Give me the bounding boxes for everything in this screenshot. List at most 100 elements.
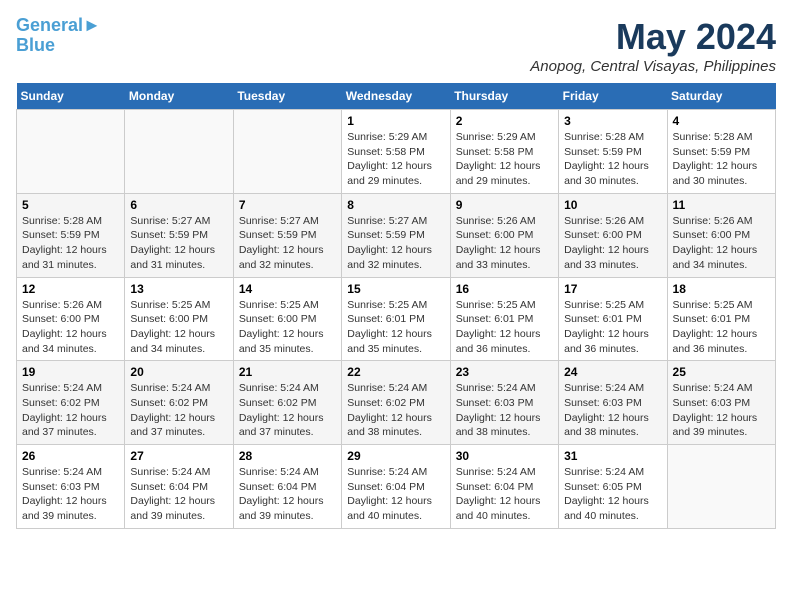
day-number: 2 xyxy=(456,114,553,128)
calendar-subtitle: Anopog, Central Visayas, Philippines xyxy=(530,58,776,75)
day-number: 30 xyxy=(456,449,553,463)
calendar-cell: 9 Sunrise: 5:26 AMSunset: 6:00 PMDaylight… xyxy=(450,193,558,277)
calendar-cell: 4 Sunrise: 5:28 AMSunset: 5:59 PMDaylight… xyxy=(667,110,775,194)
calendar-cell xyxy=(233,110,341,194)
day-number: 3 xyxy=(564,114,661,128)
day-info: Sunrise: 5:25 AMSunset: 6:00 PMDaylight:… xyxy=(239,298,336,357)
day-number: 14 xyxy=(239,282,336,296)
day-info: Sunrise: 5:24 AMSunset: 6:04 PMDaylight:… xyxy=(456,465,553,524)
calendar-cell: 5 Sunrise: 5:28 AMSunset: 5:59 PMDaylight… xyxy=(17,193,125,277)
day-number: 22 xyxy=(347,365,444,379)
title-section: May 2024 Anopog, Central Visayas, Philip… xyxy=(530,16,776,75)
calendar-cell: 17 Sunrise: 5:25 AMSunset: 6:01 PMDayligh… xyxy=(559,277,667,361)
day-info: Sunrise: 5:25 AMSunset: 6:01 PMDaylight:… xyxy=(564,298,661,357)
calendar-cell: 1Sunrise: 5:29 AMSunset: 5:58 PMDaylight… xyxy=(342,110,450,194)
calendar-cell xyxy=(125,110,233,194)
day-info: Sunrise: 5:24 AMSunset: 6:03 PMDaylight:… xyxy=(22,465,119,524)
day-number: 28 xyxy=(239,449,336,463)
calendar-cell: 3 Sunrise: 5:28 AMSunset: 5:59 PMDaylight… xyxy=(559,110,667,194)
day-number: 11 xyxy=(673,198,770,212)
calendar-cell: 7 Sunrise: 5:27 AMSunset: 5:59 PMDaylight… xyxy=(233,193,341,277)
day-info: Sunrise: 5:29 AMSunset: 5:58 PMDaylight:… xyxy=(456,130,553,189)
day-number: 25 xyxy=(673,365,770,379)
day-info: Sunrise: 5:27 AMSunset: 5:59 PMDaylight:… xyxy=(239,214,336,273)
calendar-week-2: 5 Sunrise: 5:28 AMSunset: 5:59 PMDaylight… xyxy=(17,193,776,277)
calendar-cell: 25Sunrise: 5:24 AMSunset: 6:03 PMDayligh… xyxy=(667,361,775,445)
calendar-week-1: 1Sunrise: 5:29 AMSunset: 5:58 PMDaylight… xyxy=(17,110,776,194)
day-number: 26 xyxy=(22,449,119,463)
day-info: Sunrise: 5:25 AMSunset: 6:01 PMDaylight:… xyxy=(347,298,444,357)
calendar-cell: 14 Sunrise: 5:25 AMSunset: 6:00 PMDayligh… xyxy=(233,277,341,361)
calendar-cell: 23 Sunrise: 5:24 AMSunset: 6:03 PMDayligh… xyxy=(450,361,558,445)
day-info: Sunrise: 5:27 AMSunset: 5:59 PMDaylight:… xyxy=(347,214,444,273)
logo: General► Blue xyxy=(16,16,101,56)
day-number: 12 xyxy=(22,282,119,296)
day-number: 23 xyxy=(456,365,553,379)
day-number: 4 xyxy=(673,114,770,128)
day-info: Sunrise: 5:25 AMSunset: 6:00 PMDaylight:… xyxy=(130,298,227,357)
calendar-cell xyxy=(17,110,125,194)
logo-name: General► Blue xyxy=(16,16,101,56)
day-info: Sunrise: 5:24 AMSunset: 6:04 PMDaylight:… xyxy=(130,465,227,524)
day-info: Sunrise: 5:24 AMSunset: 6:04 PMDaylight:… xyxy=(347,465,444,524)
day-number: 5 xyxy=(22,198,119,212)
calendar-cell: 30 Sunrise: 5:24 AMSunset: 6:04 PMDayligh… xyxy=(450,445,558,529)
calendar-cell: 24Sunrise: 5:24 AMSunset: 6:03 PMDayligh… xyxy=(559,361,667,445)
day-info: Sunrise: 5:28 AMSunset: 5:59 PMDaylight:… xyxy=(673,130,770,189)
calendar-cell: 13 Sunrise: 5:25 AMSunset: 6:00 PMDayligh… xyxy=(125,277,233,361)
calendar-table: SundayMondayTuesdayWednesdayThursdayFrid… xyxy=(16,83,776,529)
weekday-header-friday: Friday xyxy=(559,83,667,110)
day-info: Sunrise: 5:28 AMSunset: 5:59 PMDaylight:… xyxy=(22,214,119,273)
day-info: Sunrise: 5:24 AMSunset: 6:03 PMDaylight:… xyxy=(456,381,553,440)
calendar-cell: 12 Sunrise: 5:26 AMSunset: 6:00 PMDayligh… xyxy=(17,277,125,361)
calendar-cell: 2 Sunrise: 5:29 AMSunset: 5:58 PMDaylight… xyxy=(450,110,558,194)
calendar-cell: 31 Sunrise: 5:24 AMSunset: 6:05 PMDayligh… xyxy=(559,445,667,529)
calendar-cell: 16Sunrise: 5:25 AMSunset: 6:01 PMDayligh… xyxy=(450,277,558,361)
calendar-cell: 8 Sunrise: 5:27 AMSunset: 5:59 PMDaylight… xyxy=(342,193,450,277)
weekday-header-wednesday: Wednesday xyxy=(342,83,450,110)
day-number: 9 xyxy=(456,198,553,212)
day-number: 31 xyxy=(564,449,661,463)
logo-line2: Blue xyxy=(16,35,55,55)
day-number: 15 xyxy=(347,282,444,296)
day-info: Sunrise: 5:24 AMSunset: 6:02 PMDaylight:… xyxy=(239,381,336,440)
page-header: General► Blue May 2024 Anopog, Central V… xyxy=(16,16,776,75)
day-number: 10 xyxy=(564,198,661,212)
logo-text-block: General► Blue xyxy=(16,16,101,56)
calendar-cell: 22Sunrise: 5:24 AMSunset: 6:02 PMDayligh… xyxy=(342,361,450,445)
calendar-cell: 15 Sunrise: 5:25 AMSunset: 6:01 PMDayligh… xyxy=(342,277,450,361)
day-number: 13 xyxy=(130,282,227,296)
day-info: Sunrise: 5:26 AMSunset: 6:00 PMDaylight:… xyxy=(564,214,661,273)
calendar-cell: 27Sunrise: 5:24 AMSunset: 6:04 PMDayligh… xyxy=(125,445,233,529)
weekday-header-monday: Monday xyxy=(125,83,233,110)
weekday-header-tuesday: Tuesday xyxy=(233,83,341,110)
day-info: Sunrise: 5:26 AMSunset: 6:00 PMDaylight:… xyxy=(22,298,119,357)
calendar-cell: 10 Sunrise: 5:26 AMSunset: 6:00 PMDayligh… xyxy=(559,193,667,277)
calendar-cell: 29 Sunrise: 5:24 AMSunset: 6:04 PMDayligh… xyxy=(342,445,450,529)
day-info: Sunrise: 5:24 AMSunset: 6:02 PMDaylight:… xyxy=(130,381,227,440)
day-info: Sunrise: 5:28 AMSunset: 5:59 PMDaylight:… xyxy=(564,130,661,189)
calendar-cell: 6Sunrise: 5:27 AMSunset: 5:59 PMDaylight… xyxy=(125,193,233,277)
calendar-body: 1Sunrise: 5:29 AMSunset: 5:58 PMDaylight… xyxy=(17,110,776,529)
calendar-cell: 11 Sunrise: 5:26 AMSunset: 6:00 PMDayligh… xyxy=(667,193,775,277)
calendar-title: May 2024 xyxy=(530,16,776,58)
day-number: 19 xyxy=(22,365,119,379)
day-number: 17 xyxy=(564,282,661,296)
day-info: Sunrise: 5:26 AMSunset: 6:00 PMDaylight:… xyxy=(673,214,770,273)
logo-line1: General xyxy=(16,15,83,35)
day-number: 20 xyxy=(130,365,227,379)
day-number: 6 xyxy=(130,198,227,212)
day-info: Sunrise: 5:29 AMSunset: 5:58 PMDaylight:… xyxy=(347,130,444,189)
day-number: 29 xyxy=(347,449,444,463)
day-info: Sunrise: 5:25 AMSunset: 6:01 PMDaylight:… xyxy=(673,298,770,357)
calendar-cell xyxy=(667,445,775,529)
calendar-cell: 28Sunrise: 5:24 AMSunset: 6:04 PMDayligh… xyxy=(233,445,341,529)
calendar-week-4: 19 Sunrise: 5:24 AMSunset: 6:02 PMDayligh… xyxy=(17,361,776,445)
day-info: Sunrise: 5:24 AMSunset: 6:05 PMDaylight:… xyxy=(564,465,661,524)
calendar-cell: 26 Sunrise: 5:24 AMSunset: 6:03 PMDayligh… xyxy=(17,445,125,529)
day-number: 7 xyxy=(239,198,336,212)
day-number: 8 xyxy=(347,198,444,212)
calendar-cell: 20 Sunrise: 5:24 AMSunset: 6:02 PMDayligh… xyxy=(125,361,233,445)
day-info: Sunrise: 5:24 AMSunset: 6:02 PMDaylight:… xyxy=(22,381,119,440)
day-info: Sunrise: 5:26 AMSunset: 6:00 PMDaylight:… xyxy=(456,214,553,273)
